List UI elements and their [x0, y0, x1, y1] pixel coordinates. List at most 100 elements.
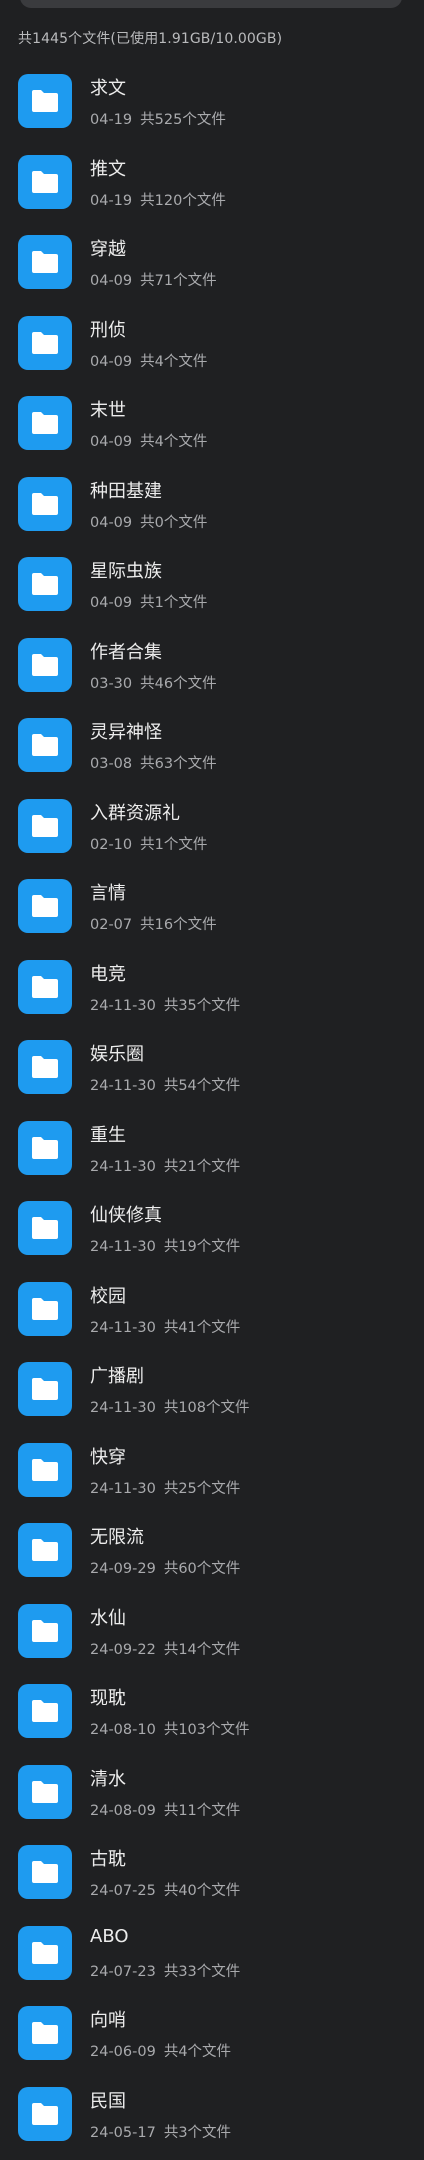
- folder-name: 校园: [90, 1285, 126, 1307]
- folder-icon: [18, 637, 72, 692]
- folder-date: 24-11-30: [90, 1319, 156, 1336]
- folder-name: 仙侠修真: [90, 1205, 162, 1226]
- folder-file-count: 共25个文件: [163, 1480, 241, 1497]
- folder-glyph: [32, 895, 58, 917]
- folder-name: 作者合集: [90, 641, 162, 663]
- folder-row[interactable]: 入群资源礼 02-10 共1个文件: [0, 795, 424, 876]
- folder-meta: 24-05-17 共3个文件: [90, 2121, 231, 2142]
- folder-name: 现耽: [90, 1688, 126, 1709]
- folder-meta: 24-11-30 共21个文件: [90, 1155, 240, 1176]
- folder-row[interactable]: 刑侦 04-09 共4个文件: [0, 312, 424, 393]
- folder-row[interactable]: 广播剧 24-11-30 共108个文件: [0, 1358, 424, 1439]
- folder-name: 穿越: [90, 239, 126, 260]
- folder-file-count: 共16个文件: [140, 917, 217, 933]
- folder-row[interactable]: 民国 24-05-17 共3个文件: [0, 2083, 424, 2160]
- folder-meta: 24-07-25 共40个文件: [90, 1879, 240, 1900]
- folder-name: 灵异神怪: [90, 722, 162, 743]
- folder-glyph: [32, 573, 58, 595]
- folder-name: 言情: [90, 883, 126, 904]
- folder-glyph: [32, 975, 58, 998]
- folder-row[interactable]: 校园 24-11-30 共41个文件: [0, 1278, 424, 1359]
- folder-row[interactable]: 种田基建 04-09 共0个文件: [0, 473, 424, 554]
- folder-name: 种田基建: [90, 480, 162, 502]
- folder-file-count: 共525个文件: [140, 112, 226, 128]
- folder-row[interactable]: 古耽 24-07-25 共40个文件: [0, 1841, 424, 1922]
- folder-icon: [18, 1925, 72, 1980]
- folder-icon: [18, 1442, 72, 1497]
- folder-date: 24-08-09: [90, 1802, 156, 1819]
- folder-name: 电竞: [90, 963, 126, 985]
- folder-date: 24-05-17: [90, 2124, 156, 2141]
- folder-row[interactable]: 仙侠修真 24-11-30 共19个文件: [0, 1197, 424, 1278]
- folder-meta: 24-11-30 共25个文件: [90, 1477, 240, 1498]
- folder-icon: [18, 74, 72, 128]
- folder-row[interactable]: 快穿 24-11-30 共25个文件: [0, 1439, 424, 1520]
- folder-icon: [18, 1040, 72, 1094]
- folder-meta: 03-30 共46个文件: [90, 672, 217, 693]
- folder-meta: 24-11-30 共108个文件: [90, 1396, 250, 1417]
- search-bar[interactable]: [20, 0, 402, 8]
- folder-date: 02-07: [90, 917, 133, 933]
- folder-glyph: [32, 1217, 58, 1239]
- folder-meta: 24-11-30 共35个文件: [90, 994, 240, 1015]
- folder-file-count: 共1个文件: [140, 595, 208, 611]
- folder-icon: [18, 1603, 72, 1658]
- folder-glyph: [32, 2102, 58, 2125]
- folder-icon: [18, 396, 72, 450]
- folder-row[interactable]: 星际虫族 04-09 共1个文件: [0, 553, 424, 634]
- folder-date: 03-30: [90, 675, 133, 692]
- folder-name: 无限流: [90, 1527, 144, 1548]
- folder-file-count: 共63个文件: [140, 756, 217, 772]
- folder-name: 重生: [90, 1124, 126, 1146]
- folder-file-count: 共60个文件: [163, 1561, 241, 1577]
- folder-row[interactable]: 推文 04-19 共120个文件: [0, 151, 424, 232]
- folder-row[interactable]: ABO 24-07-23 共33个文件: [0, 1922, 424, 2003]
- folder-icon: [18, 1362, 72, 1416]
- folder-row[interactable]: 言情 02-07 共16个文件: [0, 875, 424, 956]
- folder-icon: [18, 718, 72, 772]
- folder-meta: 24-06-09 共4个文件: [90, 2040, 231, 2061]
- folder-meta: 24-08-09 共11个文件: [90, 1799, 240, 1820]
- folder-row[interactable]: 向哨 24-06-09 共4个文件: [0, 2002, 424, 2083]
- folder-file-count: 共4个文件: [163, 2044, 232, 2060]
- folder-row[interactable]: 灵异神怪 03-08 共63个文件: [0, 714, 424, 795]
- folder-glyph: [32, 331, 58, 354]
- folder-meta: 04-19 共525个文件: [90, 108, 226, 129]
- folder-row[interactable]: 重生 24-11-30 共21个文件: [0, 1117, 424, 1198]
- folder-file-count: 共35个文件: [163, 997, 241, 1014]
- folder-name: 末世: [90, 400, 126, 421]
- folder-glyph: [32, 1378, 58, 1400]
- folder-icon: [18, 1281, 72, 1336]
- folder-file-count: 共46个文件: [140, 675, 217, 692]
- folder-file-count: 共33个文件: [163, 1963, 241, 1980]
- folder-row[interactable]: 末世 04-09 共4个文件: [0, 392, 424, 473]
- folder-row[interactable]: 作者合集 03-30 共46个文件: [0, 634, 424, 715]
- folder-date: 04-09: [90, 353, 133, 370]
- folder-meta: 02-07 共16个文件: [90, 913, 217, 934]
- folder-glyph: [32, 412, 58, 434]
- folder-date: 04-09: [90, 434, 133, 450]
- folder-glyph: [32, 1297, 58, 1320]
- folder-icon: [18, 315, 72, 370]
- folder-date: 24-08-10: [90, 1722, 156, 1738]
- folder-name: 求文: [90, 78, 126, 99]
- folder-icon: [18, 1120, 72, 1175]
- folder-row[interactable]: 穿越 04-09 共71个文件: [0, 231, 424, 312]
- folder-row[interactable]: 现耽 24-08-10 共103个文件: [0, 1680, 424, 1761]
- folder-row[interactable]: 求文 04-19 共525个文件: [0, 70, 424, 151]
- folder-row[interactable]: 电竞 24-11-30 共35个文件: [0, 956, 424, 1037]
- folder-row[interactable]: 娱乐圈 24-11-30 共54个文件: [0, 1036, 424, 1117]
- folder-icon: [18, 1684, 72, 1738]
- folder-glyph: [32, 1136, 58, 1159]
- folder-file-count: 共19个文件: [163, 1239, 241, 1255]
- folder-row[interactable]: 无限流 24-09-29 共60个文件: [0, 1519, 424, 1600]
- folder-date: 04-09: [90, 595, 133, 611]
- folder-date: 24-11-30: [90, 1480, 156, 1497]
- folder-file-count: 共54个文件: [163, 1078, 241, 1094]
- folder-row[interactable]: 清水 24-08-09 共11个文件: [0, 1761, 424, 1842]
- folder-row[interactable]: 水仙 24-09-22 共14个文件: [0, 1600, 424, 1681]
- folder-glyph: [32, 653, 58, 676]
- folder-icon: [18, 2086, 72, 2141]
- folder-file-count: 共3个文件: [163, 2124, 232, 2141]
- folder-date: 04-09: [90, 514, 133, 531]
